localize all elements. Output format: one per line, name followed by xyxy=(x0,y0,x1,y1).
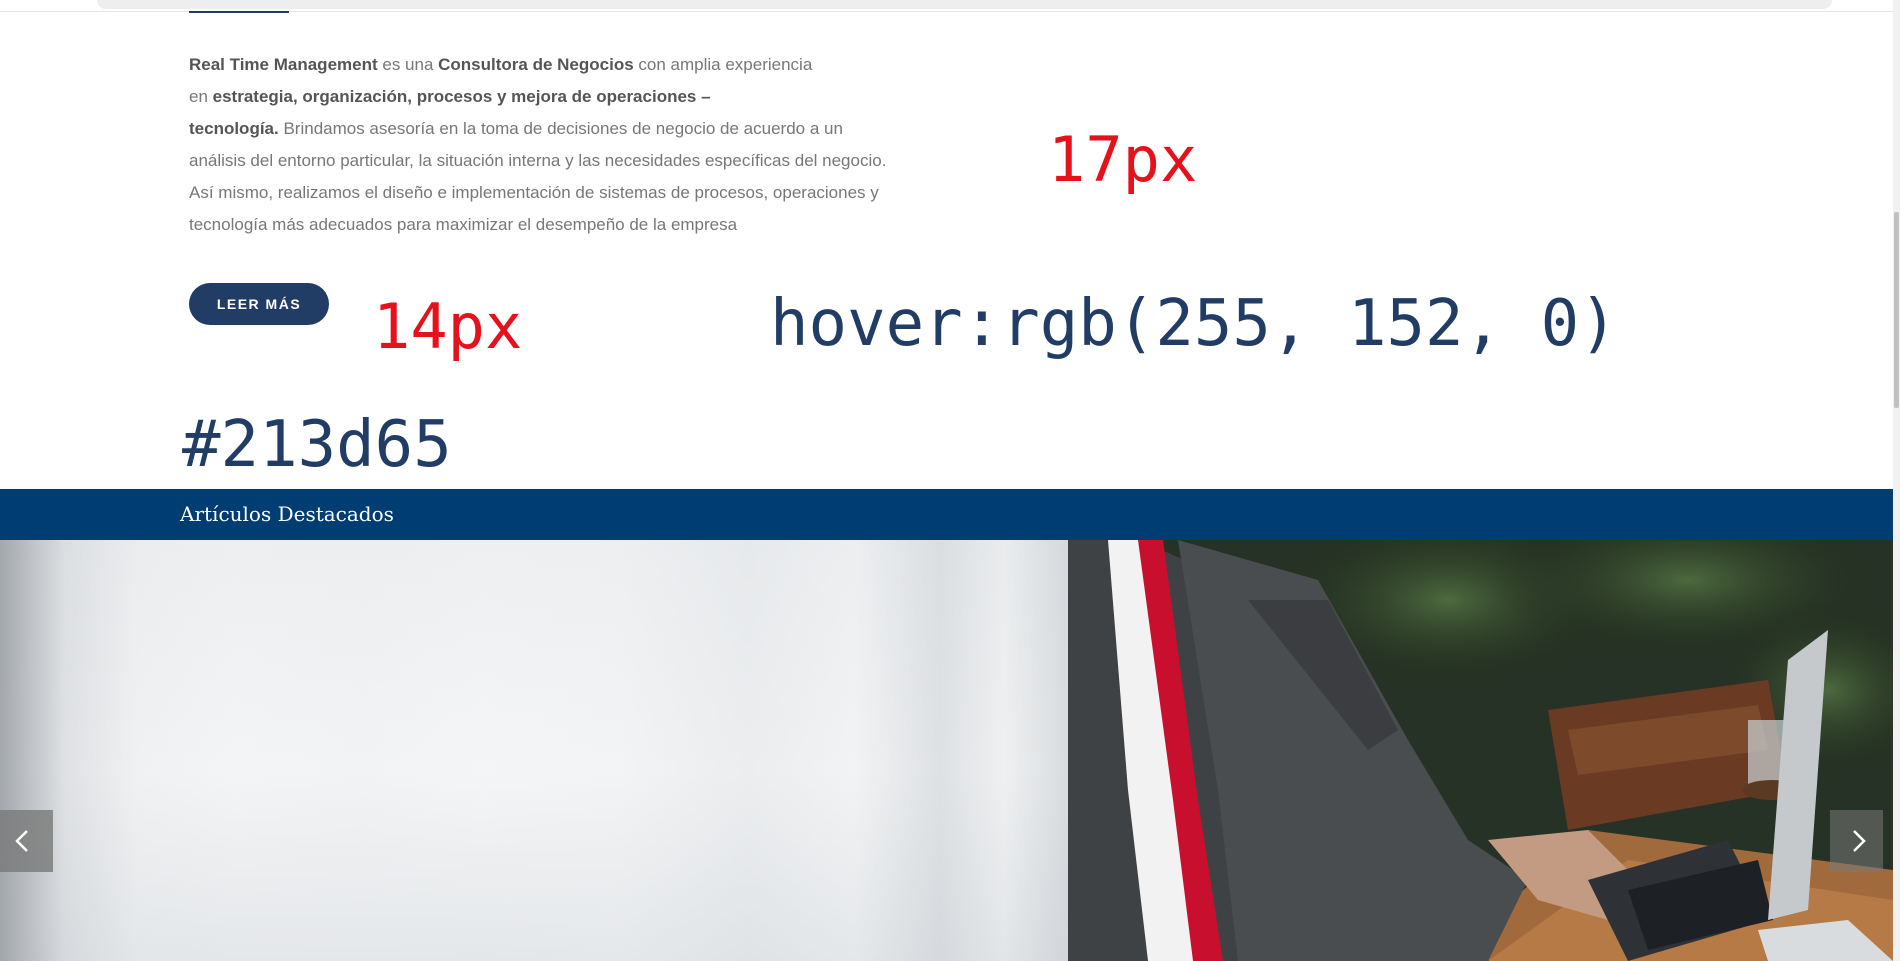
chevron-left-icon xyxy=(15,830,28,852)
button-font-size-annotation: 14px xyxy=(373,290,523,363)
carousel-slide-businessman[interactable] xyxy=(1068,540,1893,961)
consultora-text: Consultora de Negocios xyxy=(438,55,634,74)
featured-articles-header: Artículos Destacados xyxy=(0,489,1893,540)
intro-paragraph: Real Time Management es una Consultora d… xyxy=(189,49,919,241)
scrollbar-thumb[interactable] xyxy=(1894,212,1899,408)
brand-name: Real Time Management xyxy=(189,55,378,74)
intro-line: análisis del entorno particular, la situ… xyxy=(189,151,887,170)
carousel-slide-office[interactable] xyxy=(0,540,1068,961)
hover-color-annotation: hover:rgb(255, 152, 0) xyxy=(770,287,1618,361)
active-nav-indicator xyxy=(189,11,289,13)
tecnologia-text: tecnología. xyxy=(189,119,279,138)
areas-text: estrategia, organización, procesos y mej… xyxy=(212,87,711,106)
scrollbar-track[interactable] xyxy=(1893,0,1900,961)
leer-mas-button[interactable]: LEER MÁS xyxy=(189,283,329,325)
carousel-next-button[interactable] xyxy=(1830,810,1883,872)
intro-text: con amplia experiencia xyxy=(633,55,813,74)
intro-line: Así mismo, realizamos el diseño e implem… xyxy=(189,183,879,202)
top-nav-bar xyxy=(97,0,1832,9)
color-annotation: #213d65 xyxy=(182,408,452,482)
intro-text: en xyxy=(189,87,213,106)
chevron-right-icon xyxy=(1853,830,1866,852)
intro-text: es una xyxy=(377,55,439,74)
featured-articles-title: Artículos Destacados xyxy=(180,502,394,526)
font-size-annotation: 17px xyxy=(1048,123,1198,196)
intro-line: tecnología más adecuados para maximizar … xyxy=(189,215,738,234)
intro-text: Brindamos asesoría en la toma de decisio… xyxy=(278,119,843,138)
businessman-laptop-photo xyxy=(1068,540,1893,961)
carousel-prev-button[interactable] xyxy=(0,810,53,872)
